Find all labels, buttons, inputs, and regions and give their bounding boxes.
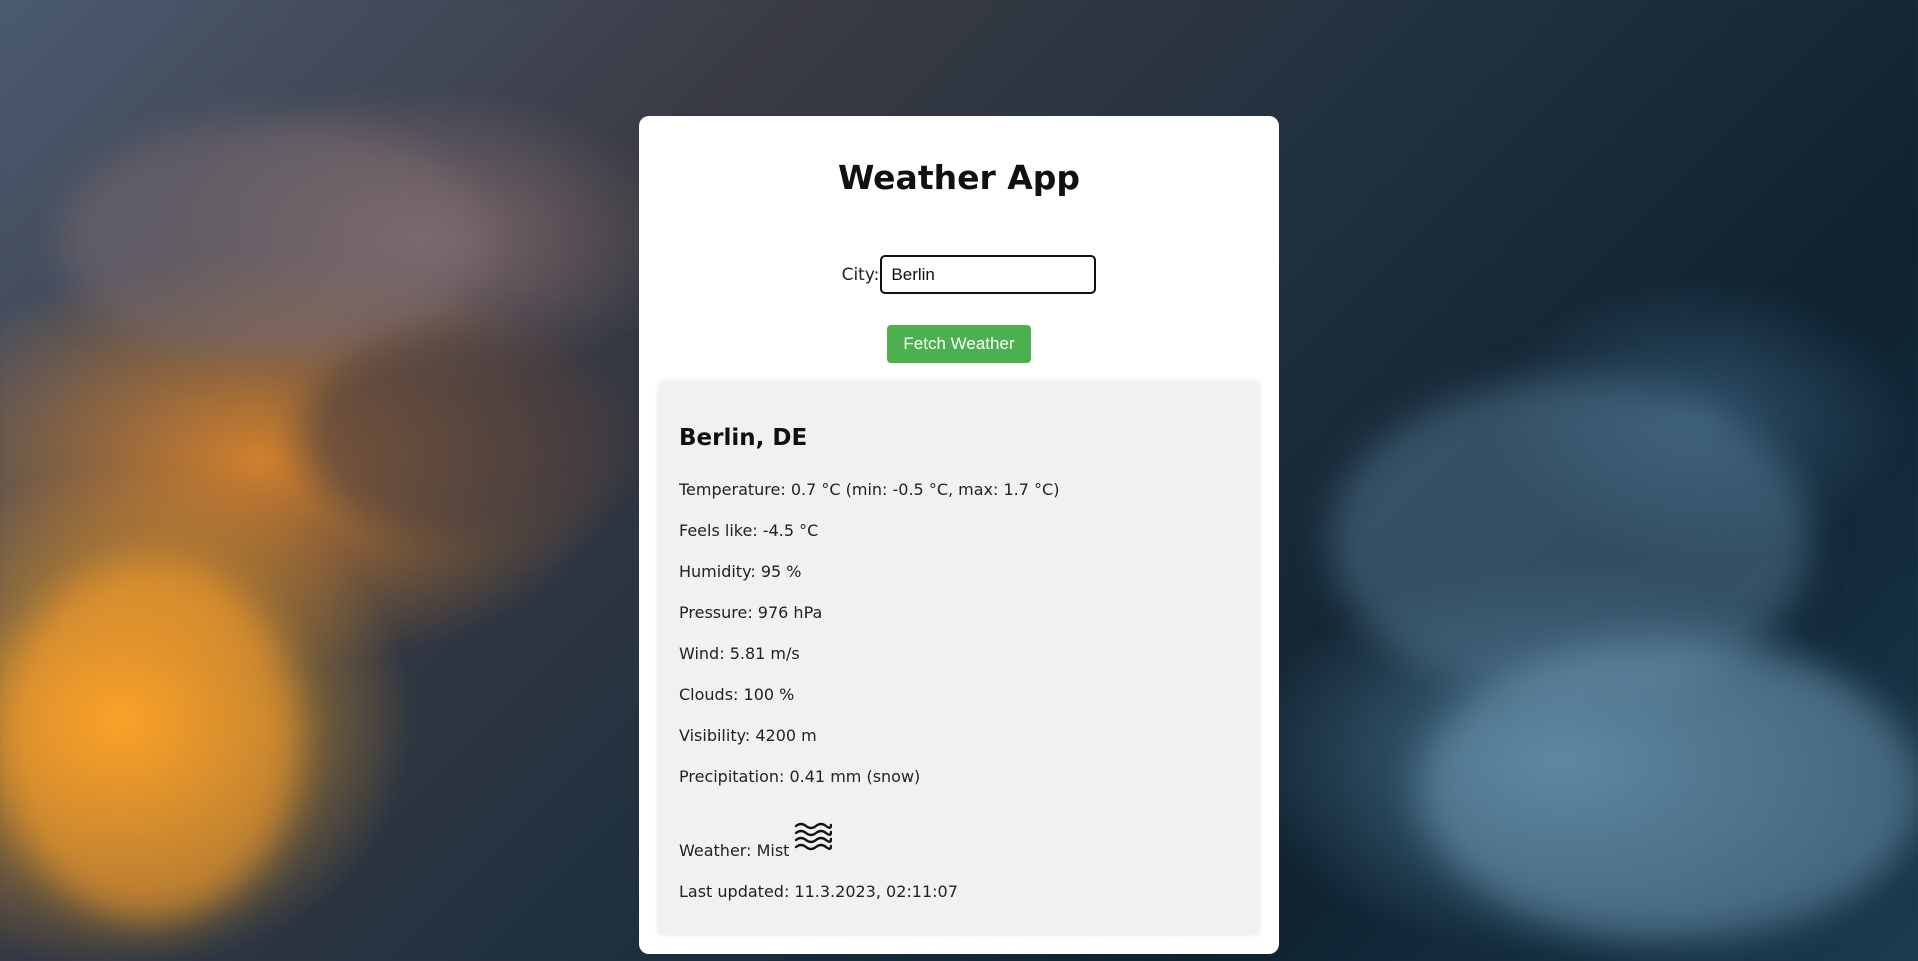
precipitation-text: Precipitation: 0.41 mm (snow) <box>679 767 921 786</box>
page-title: Weather App <box>837 158 1081 197</box>
temperature-text: Temperature: 0.7 °C (min: -0.5 °C, max: … <box>679 480 1060 499</box>
background-cloud <box>1420 640 1918 940</box>
background-cloud <box>300 330 640 540</box>
location-heading: Berlin, DE <box>679 425 808 451</box>
clouds-text: Clouds: 100 % <box>679 685 795 704</box>
humidity-text: Humidity: 95 % <box>679 562 802 581</box>
visibility-text: Visibility: 4200 m <box>679 726 817 745</box>
wind-text: Wind: 5.81 m/s <box>679 644 800 663</box>
weather-result-panel: Berlin, DE Temperature: 0.7 °C (min: -0.… <box>658 381 1260 935</box>
background-cloud <box>60 120 480 360</box>
last-updated-text: Last updated: 11.3.2023, 02:11:07 <box>679 882 958 901</box>
city-label: City: <box>841 264 880 285</box>
city-input[interactable] <box>880 255 1097 294</box>
city-form-row: City: <box>0 255 1918 294</box>
fetch-weather-button[interactable]: Fetch Weather <box>887 325 1031 363</box>
weather-condition-text: Weather: Mist <box>679 841 790 860</box>
background-cloud <box>1330 380 1810 700</box>
mist-icon <box>794 822 832 851</box>
pressure-text: Pressure: 976 hPa <box>679 603 823 622</box>
feels-like-text: Feels like: -4.5 °C <box>679 521 819 540</box>
background-cloud <box>0 560 300 920</box>
